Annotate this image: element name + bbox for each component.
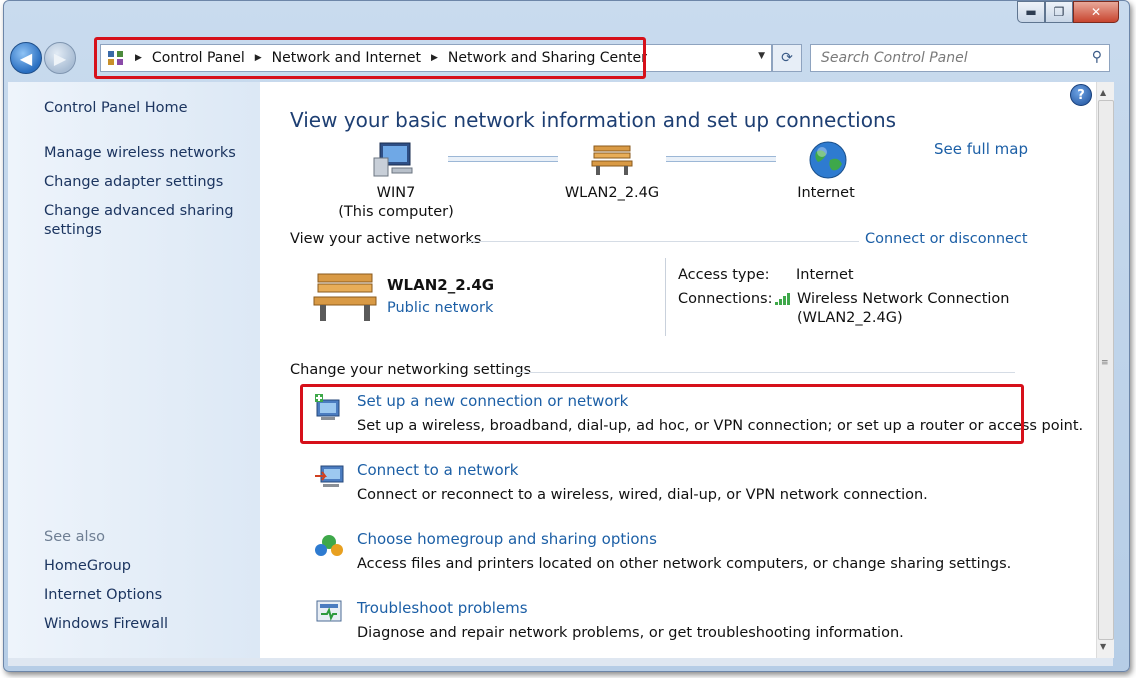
sidebar-internet-options[interactable]: Internet Options xyxy=(44,586,162,605)
internet-node-label: Internet xyxy=(797,185,855,201)
task-troubleshoot-desc: Diagnose and repair network problems, or… xyxy=(357,625,904,641)
new-connection-icon xyxy=(315,394,340,420)
see-full-map-link[interactable]: See full map xyxy=(934,140,1028,158)
address-dropdown-icon[interactable]: ▼ xyxy=(758,51,765,61)
vertical-scrollbar[interactable]: ▲ ≡ ▼ xyxy=(1096,82,1114,658)
sidebar-manage-wireless[interactable]: Manage wireless networks xyxy=(44,144,236,163)
address-bar[interactable]: ▶ Control Panel ▶ Network and Internet ▶… xyxy=(100,44,772,72)
sidebar-advanced-sharing[interactable]: Change advanced sharing settings xyxy=(44,202,234,240)
refresh-icon: ⟳ xyxy=(781,50,793,66)
connect-network-icon xyxy=(315,465,344,487)
computer-sub: (This computer) xyxy=(338,204,454,220)
sidebar-change-adapter[interactable]: Change adapter settings xyxy=(44,173,223,192)
breadcrumb-network-internet[interactable]: Network and Internet xyxy=(272,50,421,66)
breadcrumb-separator-icon[interactable]: ▶ xyxy=(135,53,142,63)
sidebar-windows-firewall[interactable]: Windows Firewall xyxy=(44,615,168,634)
connect-or-disconnect-link[interactable]: Connect or disconnect xyxy=(865,231,1028,247)
sidebar: Control Panel Home Manage wireless netwo… xyxy=(8,82,260,658)
connection-line xyxy=(666,156,776,162)
homegroup-icon xyxy=(315,535,343,556)
section-divider xyxy=(467,241,859,242)
back-arrow-icon: ◀ xyxy=(19,48,33,68)
see-also-heading: See also xyxy=(44,529,105,545)
scroll-grip-icon: ≡ xyxy=(1101,358,1109,368)
section-divider xyxy=(515,372,1015,373)
breadcrumb-control-panel[interactable]: Control Panel xyxy=(152,50,245,66)
wireless-connection-ssid-link[interactable]: (WLAN2_2.4G) xyxy=(797,310,903,326)
network-type-link[interactable]: Public network xyxy=(387,300,493,316)
navigation-bar: ◀ ▶ ▶ Control Panel ▶ Network and Intern… xyxy=(0,38,1125,78)
computer-name: WIN7 xyxy=(376,185,416,201)
access-type-label: Access type: xyxy=(678,267,770,283)
active-network-divider xyxy=(665,258,666,336)
control-panel-icon xyxy=(108,51,123,65)
task-setup-connection-desc: Set up a wireless, broadband, dial-up, a… xyxy=(357,418,1084,434)
task-connect-network-link[interactable]: Connect to a network xyxy=(357,461,519,479)
access-type-value: Internet xyxy=(796,267,854,283)
bench-icon xyxy=(591,145,633,175)
sidebar-homegroup[interactable]: HomeGroup xyxy=(44,557,131,576)
window-controls: ▬ ❐ ✕ xyxy=(1017,1,1119,23)
page-title: View your basic network information and … xyxy=(290,108,897,132)
minimize-button[interactable]: ▬ xyxy=(1017,1,1045,23)
bench-icon xyxy=(313,273,377,321)
task-homegroup-desc: Access files and printers located on oth… xyxy=(357,556,1012,572)
breadcrumb-separator-icon[interactable]: ▶ xyxy=(255,53,262,63)
scroll-down-icon[interactable]: ▼ xyxy=(1100,642,1106,651)
task-connect-network-desc: Connect or reconnect to a wireless, wire… xyxy=(357,487,928,503)
back-button[interactable]: ◀ xyxy=(10,42,42,74)
sidebar-control-panel-home[interactable]: Control Panel Home xyxy=(44,99,188,118)
maximize-button[interactable]: ❐ xyxy=(1045,1,1073,23)
globe-icon xyxy=(809,141,847,179)
task-homegroup-link[interactable]: Choose homegroup and sharing options xyxy=(357,530,657,548)
forward-button[interactable]: ▶ xyxy=(44,42,76,74)
troubleshoot-icon xyxy=(316,600,342,622)
active-network-name: WLAN2_2.4G xyxy=(387,276,495,294)
breadcrumb-separator-icon[interactable]: ▶ xyxy=(431,53,438,63)
forward-arrow-icon: ▶ xyxy=(53,48,67,68)
search-input[interactable] xyxy=(819,46,1083,70)
window-bottom-border xyxy=(8,658,1113,666)
help-icon[interactable]: ? xyxy=(1070,84,1092,106)
search-box[interactable]: ⚲ xyxy=(810,44,1110,72)
task-setup-connection-link[interactable]: Set up a new connection or network xyxy=(357,392,628,410)
signal-strength-icon xyxy=(775,293,790,305)
computer-node-label: WIN7 (This computer) xyxy=(336,184,456,222)
network-node-label: WLAN2_2.4G xyxy=(564,185,660,201)
search-icon[interactable]: ⚲ xyxy=(1092,49,1102,65)
scroll-up-icon[interactable]: ▲ xyxy=(1100,88,1106,97)
networking-settings-heading: Change your networking settings xyxy=(290,362,532,378)
connections-label: Connections: xyxy=(678,291,773,307)
breadcrumb-sharing-center[interactable]: Network and Sharing Center xyxy=(448,50,647,66)
active-networks-heading: View your active networks xyxy=(290,231,482,247)
close-button[interactable]: ✕ xyxy=(1073,1,1119,23)
computer-icon xyxy=(373,142,413,177)
connection-line xyxy=(448,156,558,162)
task-troubleshoot-link[interactable]: Troubleshoot problems xyxy=(357,599,528,617)
refresh-button[interactable]: ⟳ xyxy=(772,44,802,72)
scroll-thumb[interactable] xyxy=(1098,100,1114,640)
wireless-connection-link[interactable]: Wireless Network Connection xyxy=(797,291,1009,307)
